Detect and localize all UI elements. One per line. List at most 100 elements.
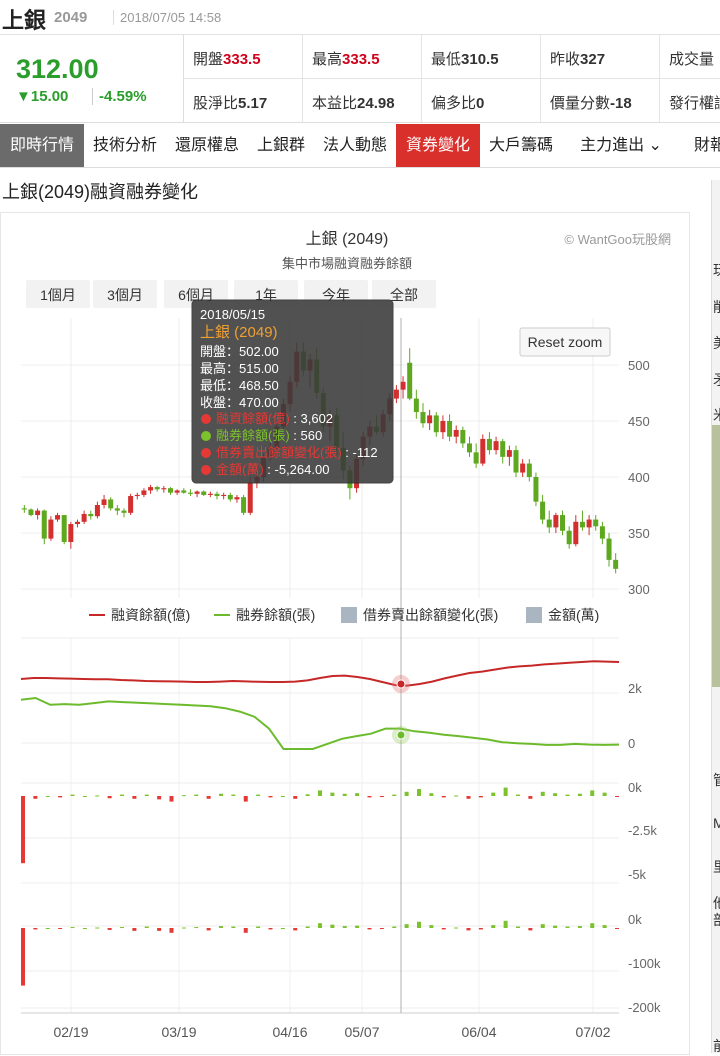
amount-bar <box>231 926 236 928</box>
candle-body <box>21 508 27 510</box>
tab-item[interactable]: 還原權息 <box>166 124 249 167</box>
amount-bar <box>318 923 322 928</box>
range-button[interactable]: 1個月 <box>26 280 90 308</box>
balance-axis-label: 0 <box>628 736 635 751</box>
quote-stat-value: 333.5 <box>223 51 261 68</box>
candlestick <box>48 516 54 541</box>
candle-body <box>161 488 167 490</box>
candlestick <box>168 487 173 495</box>
tab-item[interactable]: 上銀群 <box>248 124 315 167</box>
candlestick <box>134 492 140 500</box>
margin-trading-chart[interactable]: 上銀 (2049) 集中市場融資融券餘額 © WantGoo玩股網 1個月 3個月… <box>1 213 689 1054</box>
chart-tooltip: 2018/05/15 上銀 (2049) 開盤：502.00 最高：515.00 最低：… <box>191 299 394 484</box>
candle-body <box>41 510 47 539</box>
candle-body <box>214 493 220 497</box>
candlestick <box>493 436 499 455</box>
amount-bar <box>342 926 347 928</box>
candlestick <box>599 521 605 545</box>
candle-body <box>55 515 61 520</box>
tooltip-series-marker <box>201 465 211 475</box>
lending-change-bar <box>379 796 384 797</box>
tooltip-series-row: 借券賣出餘額變化(張) : -112 <box>216 445 378 460</box>
tab-item[interactable]: 主力進出 ⌄ <box>562 124 681 167</box>
quote-divider <box>540 34 541 122</box>
candlestick <box>427 409 433 430</box>
tab-item[interactable]: 技術分析 <box>84 124 167 167</box>
lending-change-bar <box>454 795 459 797</box>
legend-item[interactable]: 融券餘額(張) <box>214 607 315 623</box>
lending-change-bar <box>553 793 558 796</box>
lending-change-bar <box>107 796 112 799</box>
tab-item[interactable]: 即時行情 <box>0 124 85 167</box>
quote-stat-label: 開盤 <box>193 51 224 68</box>
reset-zoom-button[interactable]: Reset zoom <box>519 327 611 357</box>
candlestick <box>506 445 512 466</box>
tooltip-date: 2018/05/15 <box>200 307 265 322</box>
candlestick <box>460 426 466 448</box>
candlestick <box>61 515 67 545</box>
amount-bar <box>144 926 149 928</box>
legend-item[interactable]: 借券賣出餘額變化(張) <box>341 607 498 623</box>
lending-change-bar <box>491 792 496 796</box>
x-axis-label: 04/16 <box>272 1024 307 1040</box>
amount-bar <box>379 928 384 929</box>
price-axis-label: 450 <box>628 414 650 429</box>
legend-label: 金額(萬) <box>548 607 599 623</box>
tab-item[interactable]: 資券變化 <box>396 124 481 167</box>
side-ad-image <box>712 425 720 687</box>
quote-stat-label: 股淨比 <box>193 95 239 112</box>
candlestick <box>81 510 87 525</box>
candlestick <box>407 348 413 401</box>
tooltip-series-row: 融券餘額(張) : 560 <box>216 428 322 443</box>
candle-body <box>101 499 107 505</box>
amount-bar <box>454 927 459 929</box>
quote-stat-value: 333.5 <box>342 51 380 68</box>
lending-change-bar <box>243 796 248 802</box>
legend-item[interactable]: 融資餘額(億) <box>89 607 190 623</box>
amount-bar <box>194 927 199 929</box>
amount-bar <box>33 928 38 930</box>
candle-body <box>393 389 399 399</box>
amount-axis-label: -100k <box>628 956 661 971</box>
quote-stat-label: 成交量 <box>669 51 715 68</box>
quote-stat-value: 24.98 <box>357 95 395 112</box>
top-bar: 上銀 2049 2018/07/05 14:58 <box>0 0 720 35</box>
legend-swatch <box>341 607 357 623</box>
tab-item[interactable]: 財報 <box>680 124 720 167</box>
lending-change-bar <box>120 794 124 796</box>
candle-body <box>586 519 592 528</box>
amount-bar <box>404 924 409 928</box>
candlestick <box>28 508 34 517</box>
range-button[interactable]: 3個月 <box>93 280 157 308</box>
range-button-label: 全部 <box>390 287 418 303</box>
candlestick <box>440 415 446 439</box>
candle-body <box>460 429 466 444</box>
candlestick <box>467 436 472 457</box>
quote-time: 2018/07/05 14:58 <box>113 10 221 25</box>
candle-body <box>234 497 240 500</box>
lending-change-bar <box>392 794 397 796</box>
tooltip-ohlc-row: 開盤：502.00 <box>200 344 279 359</box>
lending-change-bar <box>577 793 582 796</box>
lending-axis-label: -5k <box>628 867 647 882</box>
amount-bar <box>206 928 211 931</box>
amount-bar <box>330 924 335 928</box>
candlestick <box>579 510 585 531</box>
range-button-label: 1個月 <box>40 287 76 303</box>
tooltip-series-label: 融資餘額(億) <box>216 411 290 426</box>
candle-body <box>467 443 472 453</box>
quote-stat-value: -18 <box>610 95 632 112</box>
stock-code: 2049 <box>54 9 88 26</box>
chart-subtitle: 集中市場融資融券餘額 <box>282 256 412 271</box>
tab-item[interactable]: 大戶籌碼 <box>480 124 563 167</box>
legend-item[interactable]: 金額(萬) <box>526 607 599 623</box>
amount-bar <box>268 928 273 930</box>
quote-divider <box>421 34 422 122</box>
candle-body <box>540 501 546 520</box>
candlestick <box>101 494 107 509</box>
candle-body <box>108 499 114 509</box>
tab-item[interactable]: 法人動態 <box>314 124 397 167</box>
candle-body <box>533 477 539 502</box>
quote-stat: 最低310.5 <box>431 48 499 69</box>
candle-body <box>407 362 413 399</box>
